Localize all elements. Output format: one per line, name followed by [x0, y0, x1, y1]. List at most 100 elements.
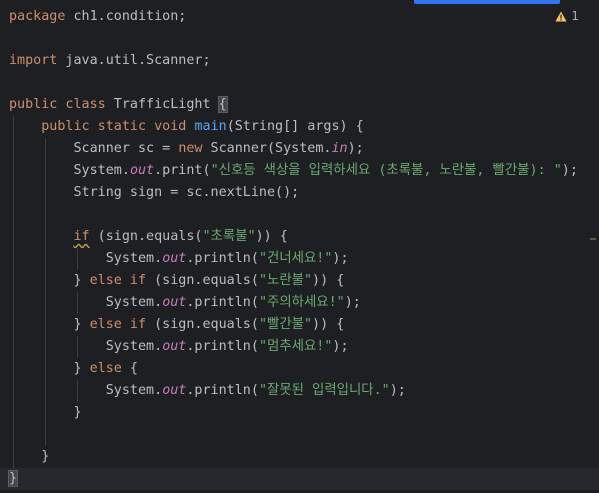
- field-token: out: [162, 295, 187, 310]
- code-line[interactable]: String sign = sc.nextLine();: [0, 182, 599, 204]
- string-token: "주의하세요!": [258, 295, 345, 310]
- code-line[interactable]: }: [0, 402, 599, 424]
- code-token: {: [121, 361, 138, 376]
- keyword-token: if: [73, 229, 90, 244]
- code-editor[interactable]: 1 package ch1.condition; import java.uti…: [0, 0, 599, 493]
- code-token: );: [347, 141, 364, 156]
- horizontal-scroll-indicator[interactable]: [414, 0, 560, 4]
- code-token: java.util.Scanner;: [57, 53, 211, 68]
- code-line[interactable]: }: [0, 468, 599, 490]
- indent-guide: [45, 204, 46, 226]
- indent-guide: [13, 226, 14, 248]
- code-line[interactable]: [0, 72, 599, 94]
- indent-guide: [13, 380, 14, 402]
- code-line[interactable]: System.out.println("건너세요!");: [0, 248, 599, 270]
- code-line[interactable]: System.out.println("주의하세요!");: [0, 292, 599, 314]
- code-line[interactable]: } else {: [0, 358, 599, 380]
- indent-guide: [13, 358, 14, 380]
- code-token: (sign.equals(: [146, 273, 259, 288]
- field-token: out: [129, 163, 155, 178]
- code-token: String sign = sc.nextLine();: [73, 185, 300, 200]
- indent-guide: [45, 336, 46, 358]
- code-token: }: [73, 317, 90, 332]
- code-token: .println(: [186, 339, 259, 354]
- code-line[interactable]: public class TrafficLight {: [0, 94, 599, 116]
- string-token: "잘못된 입력입니다.": [258, 383, 390, 398]
- field-token: out: [162, 383, 187, 398]
- indent-guide: [45, 292, 46, 314]
- code-line[interactable]: } else if (sign.equals("빨간불")) {: [0, 314, 599, 336]
- string-token: "빨간불": [258, 317, 313, 332]
- code-token: Scanner(System.: [202, 141, 332, 156]
- indent-guide: [13, 270, 14, 292]
- code-line[interactable]: System.out.println("잘못된 입력입니다.");: [0, 380, 599, 402]
- indent-guide: [45, 314, 46, 336]
- code-line[interactable]: Scanner sc = new Scanner(System.in);: [0, 138, 599, 160]
- indent-guide: [13, 292, 14, 314]
- indent-guide: [45, 358, 46, 380]
- indent-guide: [13, 314, 14, 336]
- code-token: )) {: [312, 317, 345, 332]
- code-line[interactable]: import java.util.Scanner;: [0, 50, 599, 72]
- indent-guide: [77, 336, 78, 358]
- code-token: )) {: [312, 273, 345, 288]
- code-token: );: [561, 163, 578, 178]
- indent-guide: [13, 402, 14, 424]
- code-line[interactable]: }: [0, 446, 599, 468]
- code-token: (sign.equals(: [89, 229, 203, 244]
- indent-guide: [45, 402, 46, 424]
- code-token: TrafficLight: [105, 97, 219, 112]
- code-line[interactable]: public static void main(String[] args) {: [0, 116, 599, 138]
- code-line[interactable]: System.out.print("신호등 색상을 입력하세요 (초록불, 노란…: [0, 160, 599, 182]
- indent-guide: [77, 380, 78, 402]
- indent-guide: [45, 270, 46, 292]
- code-token: System.: [105, 251, 163, 266]
- code-token: .println(: [186, 295, 259, 310]
- indent-guide: [45, 226, 46, 248]
- code-token: );: [332, 251, 349, 266]
- code-line[interactable]: [0, 424, 599, 446]
- indent-guide: [13, 204, 14, 226]
- keyword-token: else: [89, 361, 122, 376]
- method-token: main: [194, 119, 227, 134]
- code-token: )) {: [255, 229, 288, 244]
- code-token: System.: [73, 163, 130, 178]
- indent-guide: [13, 336, 14, 358]
- code-token: .println(: [186, 383, 259, 398]
- code-line[interactable]: package ch1.condition;: [0, 6, 599, 28]
- code-token: System.: [105, 339, 163, 354]
- code-token: }: [41, 449, 50, 464]
- code-line[interactable]: System.out.println("멈추세요!");: [0, 336, 599, 358]
- code-line[interactable]: [0, 28, 599, 50]
- indent-guide: [13, 182, 14, 204]
- indent-guide: [77, 248, 78, 270]
- code-line[interactable]: if (sign.equals("초록불")) {: [0, 226, 599, 248]
- code-token: ch1.condition;: [65, 9, 187, 24]
- indent-guide: [45, 248, 46, 270]
- code-token: }: [7, 470, 19, 487]
- code-area[interactable]: package ch1.condition; import java.util.…: [0, 6, 599, 490]
- string-token: "노란불": [258, 273, 313, 288]
- keyword-token: new: [178, 141, 203, 156]
- indent-guide: [13, 424, 14, 446]
- code-token: .println(: [186, 251, 259, 266]
- code-token: );: [344, 295, 361, 310]
- code-token: }: [73, 273, 90, 288]
- code-token: {: [217, 96, 228, 113]
- string-token: "건너세요!": [258, 251, 333, 266]
- code-line[interactable]: } else if (sign.equals("노란불")) {: [0, 270, 599, 292]
- field-token: out: [162, 339, 187, 354]
- keyword-token: else if: [89, 317, 147, 332]
- code-line[interactable]: [0, 204, 599, 226]
- keyword-token: public static void: [41, 119, 187, 134]
- indent-guide: [45, 182, 46, 204]
- indent-guide: [45, 138, 46, 160]
